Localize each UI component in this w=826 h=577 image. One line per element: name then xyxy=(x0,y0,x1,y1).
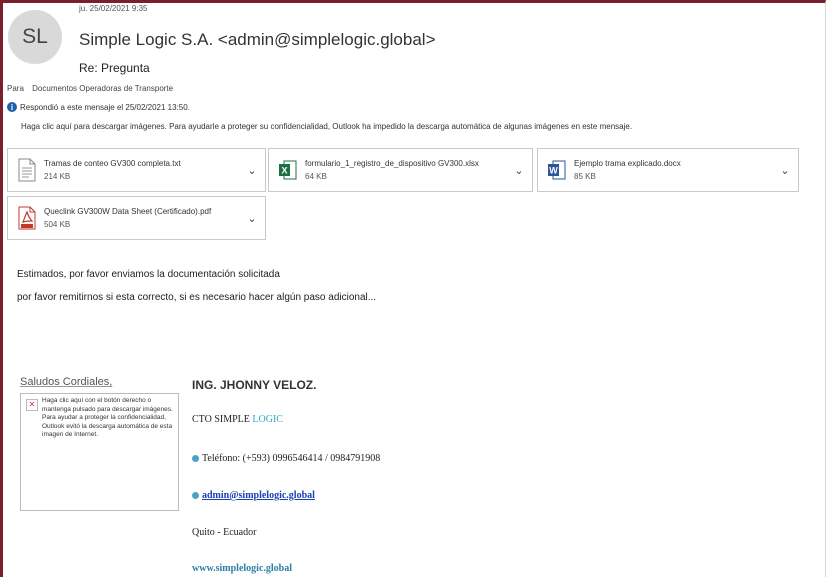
recipient[interactable]: Documentos Operadoras de Transporte xyxy=(32,84,173,93)
signature-email: admin@simplelogic.global xyxy=(192,490,315,501)
email-icon xyxy=(192,492,199,500)
word-icon: W xyxy=(548,158,566,182)
role-accent: LOGIC xyxy=(252,414,283,425)
website-link[interactable]: www.simplelogic.global xyxy=(192,563,292,574)
broken-image-icon: ✕ xyxy=(26,399,38,411)
chevron-down-icon[interactable]: ⌄ xyxy=(243,212,261,225)
subject: Re: Pregunta xyxy=(79,61,150,75)
text-file-icon xyxy=(18,158,36,182)
body-line: Estimados, por favor enviamos la documen… xyxy=(17,269,280,280)
signature-city: Quito - Ecuador xyxy=(192,527,257,538)
phone-text: Teléfono: (+593) 0996546414 / 0984791908 xyxy=(202,453,381,464)
blocked-image-text: Haga clic aquí con el botón derecho o ma… xyxy=(42,397,173,438)
attachment-item[interactable]: X formulario_1_registro_de_dispositivo G… xyxy=(268,148,533,192)
body-line: por favor remitirnos si esta correcto, s… xyxy=(17,292,377,303)
chevron-down-icon[interactable]: ⌄ xyxy=(243,164,261,177)
phone-icon xyxy=(192,455,199,463)
svg-text:X: X xyxy=(281,166,287,176)
chevron-down-icon[interactable]: ⌄ xyxy=(510,164,528,177)
attachment-name: Queclink GV300W Data Sheet (Certificado)… xyxy=(44,207,212,216)
attachment-size: 214 KB xyxy=(44,172,71,181)
signature-name: ING. JHONNY VELOZ. xyxy=(192,378,317,392)
excel-icon: X xyxy=(279,158,297,182)
attachment-name: formulario_1_registro_de_dispositivo GV3… xyxy=(305,159,479,168)
sender[interactable]: Simple Logic S.A. <admin@simplelogic.glo… xyxy=(79,30,436,50)
reply-info[interactable]: i Respondió a este mensaje el 25/02/2021… xyxy=(7,102,190,112)
blocked-image-placeholder[interactable]: ✕ Haga clic aquí con el botón derecho o … xyxy=(20,393,179,511)
to-label: Para xyxy=(7,84,24,93)
signature-phone: Teléfono: (+593) 0996546414 / 0984791908 xyxy=(192,453,380,464)
attachment-size: 64 KB xyxy=(305,172,327,181)
attachment-name: Tramas de conteo GV300 completa.txt xyxy=(44,159,181,168)
info-icon: i xyxy=(7,102,17,112)
download-images-notice[interactable]: Haga clic aquí para descargar imágenes. … xyxy=(21,122,632,131)
chevron-down-icon[interactable]: ⌄ xyxy=(776,164,794,177)
attachment-size: 504 KB xyxy=(44,220,71,229)
email-link[interactable]: admin@simplelogic.global xyxy=(202,490,315,501)
attachment-item[interactable]: Tramas de conteo GV300 completa.txt 214 K… xyxy=(7,148,266,192)
avatar: SL xyxy=(8,10,62,64)
reply-info-text: Respondió a este mensaje el 25/02/2021 1… xyxy=(20,102,190,112)
attachment-size: 85 KB xyxy=(574,172,596,181)
attachment-name: Ejemplo trama explicado.docx xyxy=(574,159,681,168)
attachment-item[interactable]: W Ejemplo trama explicado.docx 85 KB ⌄ xyxy=(537,148,799,192)
attachment-item[interactable]: Queclink GV300W Data Sheet (Certificado)… xyxy=(7,196,266,240)
signature-greeting: Saludos Cordiales, xyxy=(20,376,113,388)
svg-text:W: W xyxy=(549,166,558,176)
pdf-icon xyxy=(18,206,36,230)
message-datetime: ju. 25/02/2021 9:35 xyxy=(79,4,148,13)
role-prefix: CTO SIMPLE xyxy=(192,414,253,425)
signature-role: CTO SIMPLE LOGIC xyxy=(192,414,283,425)
recipients-row: Para Documentos Operadoras de Transporte xyxy=(7,84,173,93)
